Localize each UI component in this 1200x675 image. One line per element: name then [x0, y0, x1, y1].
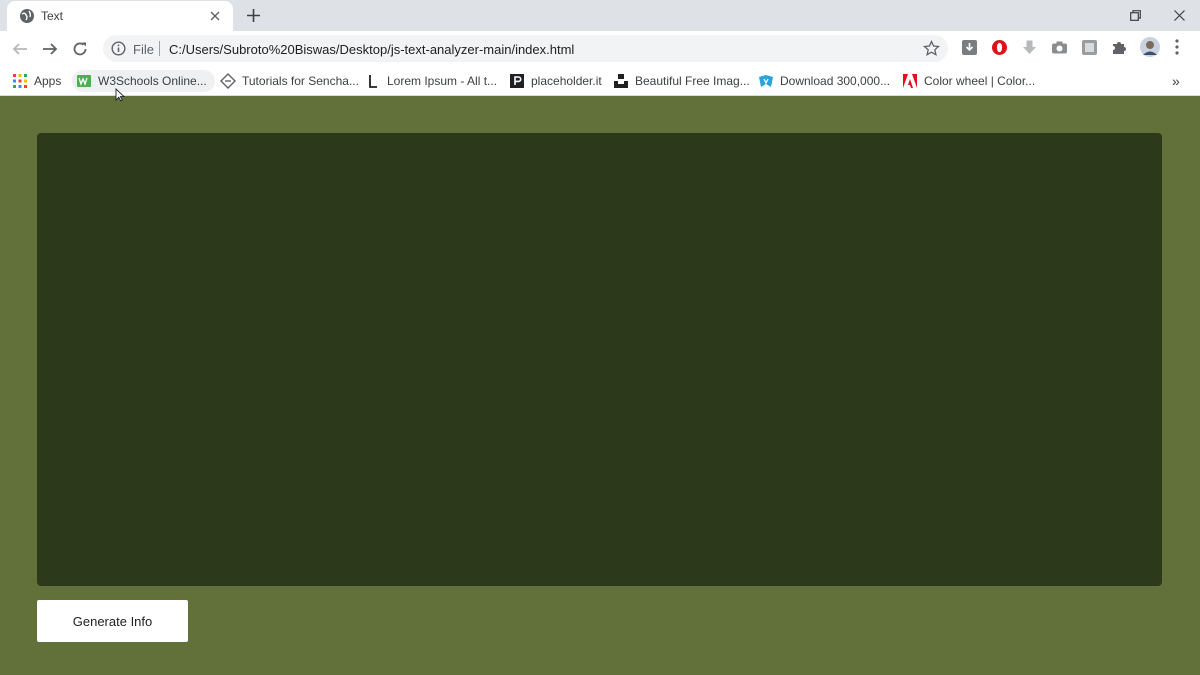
generate-info-button[interactable]: Generate Info — [37, 600, 188, 642]
back-arrow-icon[interactable] — [9, 38, 31, 60]
apps-grid-icon — [13, 74, 27, 88]
download-manager-icon[interactable] — [960, 38, 978, 56]
scheme-label: File — [133, 42, 154, 57]
image-extension-icon[interactable] — [1080, 38, 1098, 56]
bookmark-label: Download 300,000... — [780, 74, 891, 88]
w3schools-icon — [77, 75, 91, 87]
bookmark-adobe-color[interactable]: Color wheel | Color... — [902, 70, 1035, 92]
profile-avatar[interactable] — [1140, 37, 1160, 57]
bookmarks-bar: Apps W3Schools Online... Tutorials for S… — [0, 66, 1200, 96]
bookmark-sencha[interactable]: Tutorials for Sencha... — [220, 70, 359, 92]
restore-window-icon[interactable] — [1125, 5, 1145, 25]
opera-extension-icon[interactable] — [990, 38, 1008, 56]
bookmark-label: Lorem Ipsum - All t... — [387, 74, 498, 88]
unsplash-icon — [614, 74, 628, 88]
bookmark-placeholder[interactable]: placeholder.it — [509, 70, 602, 92]
mouse-cursor-icon — [115, 88, 125, 102]
bookmark-star-icon[interactable] — [923, 40, 940, 57]
browser-chrome: Text File C:/Users/Subroto%20Biswas/Desk… — [0, 0, 1200, 96]
tab-title: Text — [41, 9, 64, 23]
bookmark-label: Tutorials for Sencha... — [242, 74, 359, 88]
bookmark-label: Apps — [34, 74, 62, 88]
bookmark-lorem-ipsum[interactable]: Lorem Ipsum - All t... — [365, 70, 497, 92]
tab-strip: Text — [0, 0, 1200, 31]
close-tab-icon[interactable] — [205, 6, 225, 26]
info-icon[interactable] — [111, 41, 126, 56]
bookmark-label: Beautiful Free Imag... — [635, 74, 750, 88]
browser-menu-icon[interactable] — [1168, 38, 1186, 56]
adobe-color-icon — [903, 74, 917, 88]
overflow-chevron-icon: » — [1172, 73, 1180, 89]
bookmark-unsplash[interactable]: Beautiful Free Imag... — [613, 70, 750, 92]
bookmark-w3schools[interactable]: W3Schools Online... — [72, 70, 215, 92]
camera-icon[interactable] — [1050, 38, 1068, 56]
sencha-icon — [220, 73, 236, 89]
extensions-puzzle-icon[interactable] — [1110, 38, 1128, 56]
download-arrow-icon[interactable] — [1020, 38, 1038, 56]
bookmark-apps[interactable]: Apps — [12, 70, 61, 92]
globe-icon — [20, 9, 34, 23]
address-bar[interactable]: File C:/Users/Subroto%20Biswas/Desktop/j… — [103, 35, 948, 62]
download-site-icon — [759, 75, 773, 87]
bookmark-label: placeholder.it — [531, 74, 602, 88]
address-separator — [159, 41, 160, 56]
placeholder-icon — [510, 74, 524, 88]
text-input-area[interactable] — [37, 133, 1162, 586]
close-window-icon[interactable] — [1169, 5, 1189, 25]
bookmark-label: W3Schools Online... — [98, 74, 207, 88]
page-content: Generate Info — [0, 96, 1200, 675]
browser-tab[interactable]: Text — [7, 1, 233, 31]
bookmark-download-site[interactable]: Download 300,000... — [758, 70, 890, 92]
bookmarks-overflow-button[interactable]: » — [1172, 70, 1180, 92]
forward-arrow-icon[interactable] — [39, 38, 61, 60]
lorem-ipsum-icon — [369, 75, 377, 88]
reload-icon[interactable] — [69, 38, 91, 60]
bookmark-label: Color wheel | Color... — [924, 74, 1036, 88]
url-text[interactable]: C:/Users/Subroto%20Biswas/Desktop/js-tex… — [169, 42, 574, 57]
new-tab-icon[interactable] — [243, 5, 263, 25]
